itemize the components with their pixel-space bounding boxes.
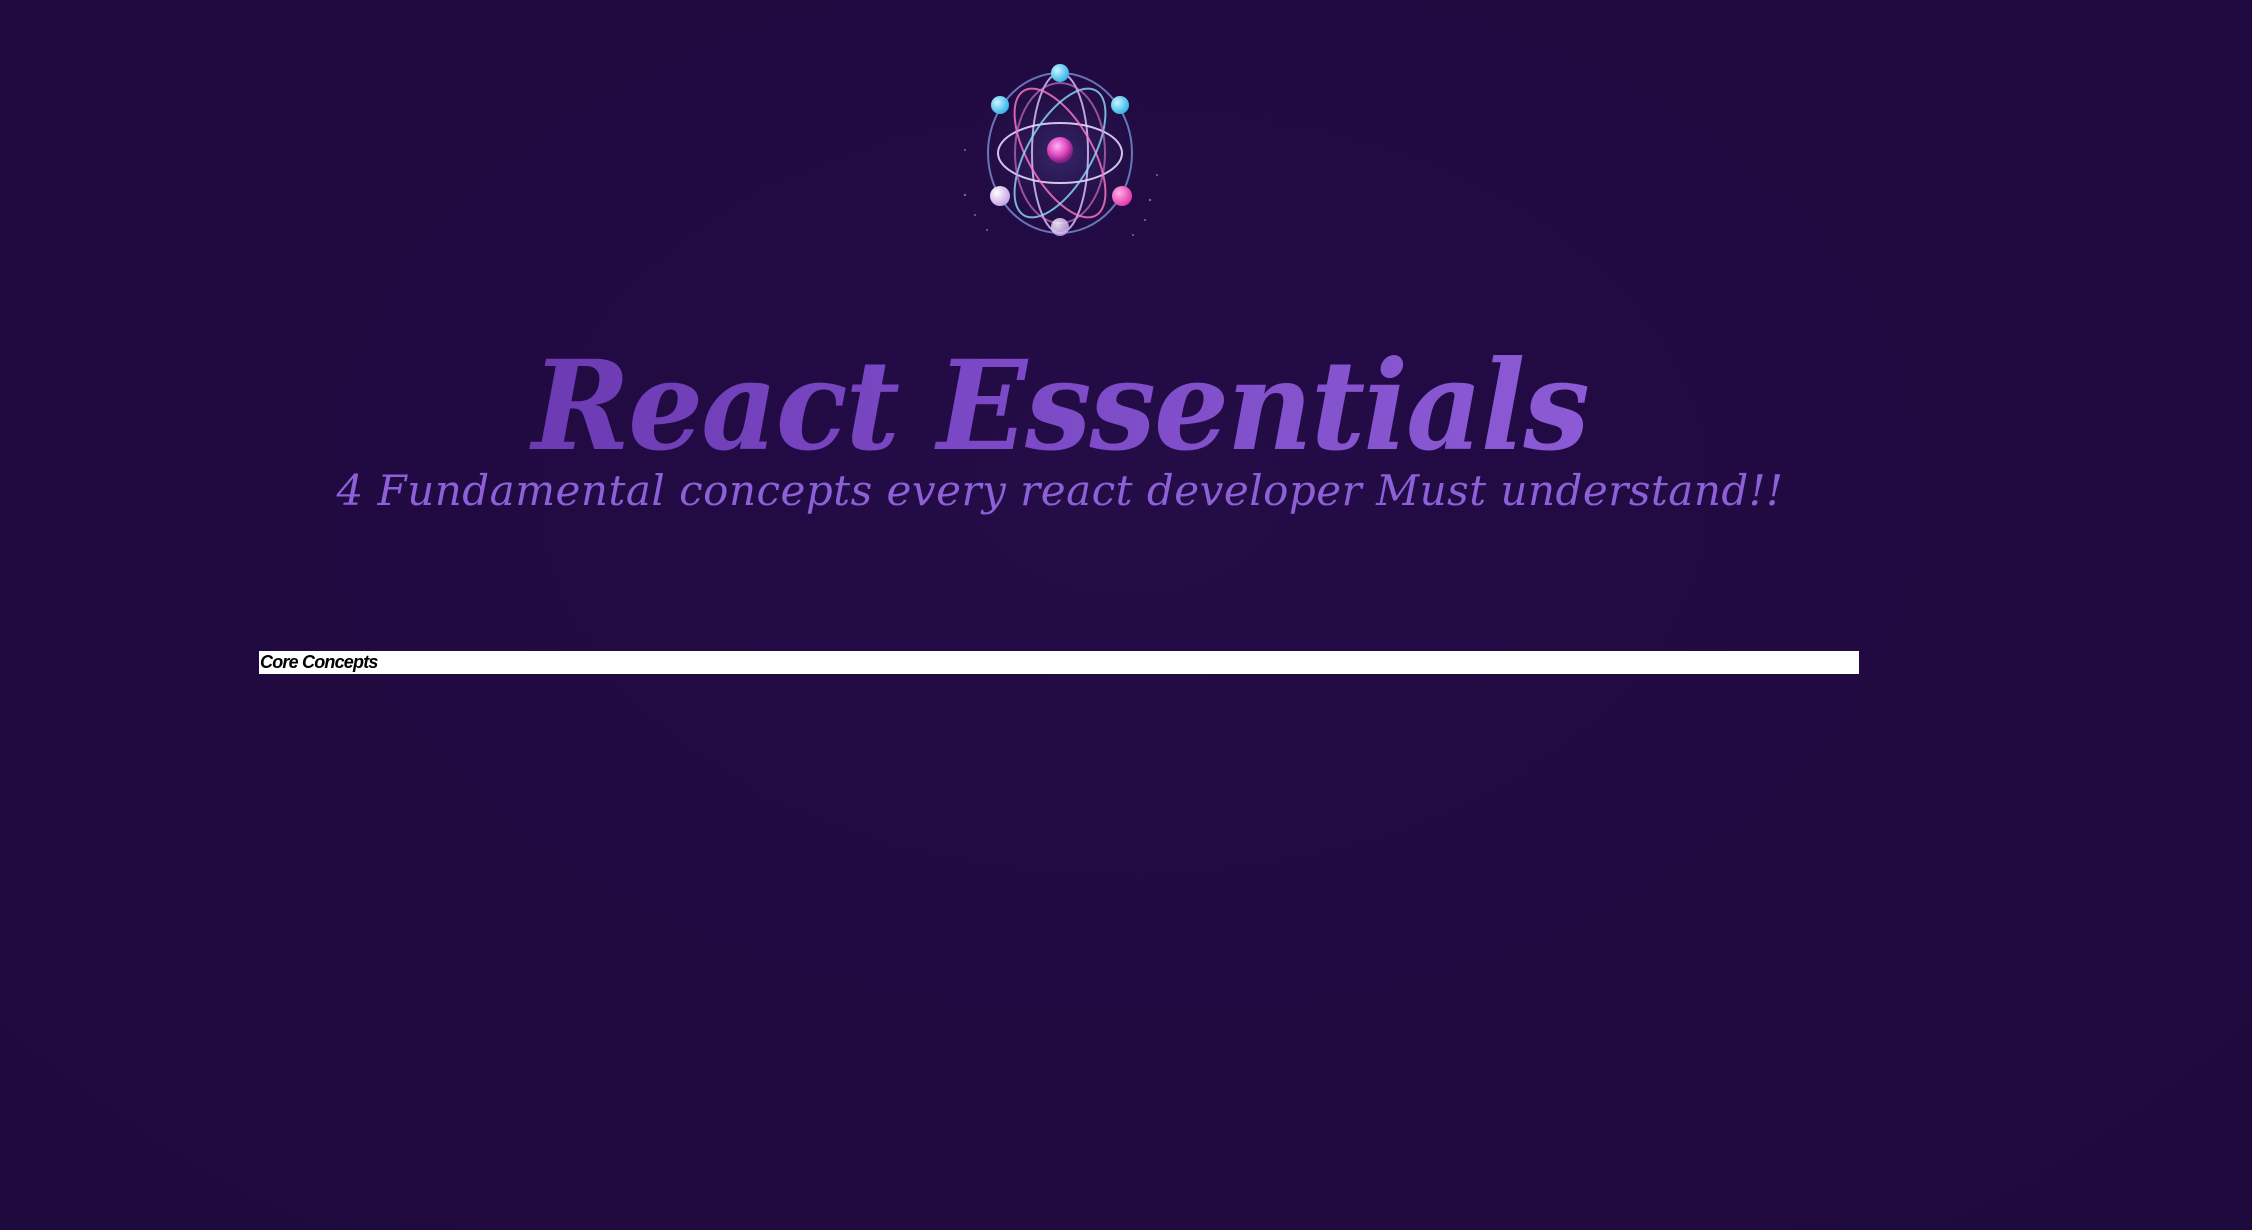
page-title: React Essentials <box>0 344 2120 468</box>
core-concepts-heading: Core Concepts <box>260 652 378 672</box>
page-subtitle: 4 Fundamental concepts every react devel… <box>336 466 1784 515</box>
core-concepts-section: Core Concepts <box>259 651 1859 674</box>
page: React Essentials 4 Fundamental concepts … <box>0 0 2252 1230</box>
react-atom-icon <box>963 64 1158 245</box>
